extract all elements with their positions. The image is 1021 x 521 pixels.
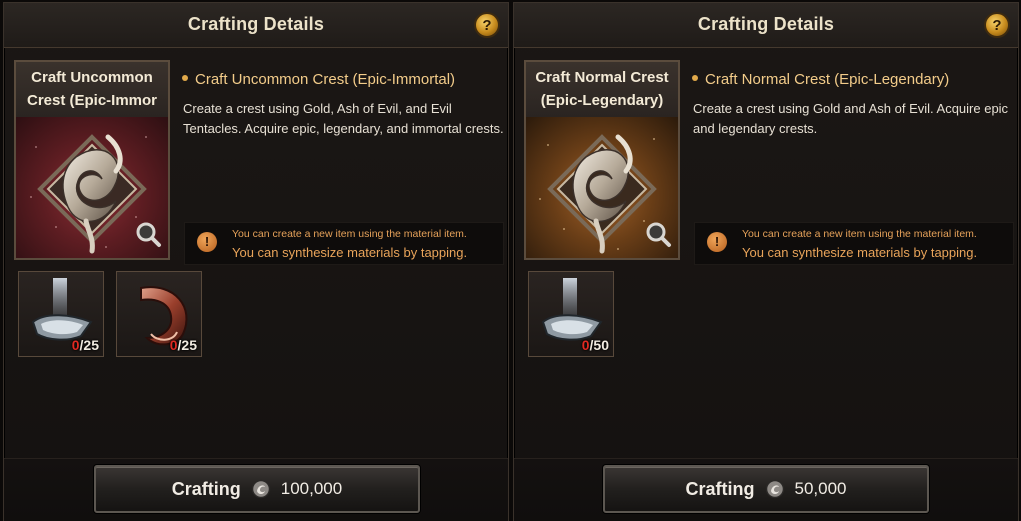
material-slot-evil-tentacle[interactable]: 0/25 (116, 271, 202, 357)
item-card-title: Craft Uncommon Crest (Epic-Immor (16, 62, 168, 117)
item-card[interactable]: Craft Uncommon Crest (Epic-Immor (14, 60, 170, 260)
item-card-title: Craft Normal Crest (Epic-Legendary) (526, 62, 678, 117)
panel-header: Crafting Details ? (4, 3, 508, 48)
notice-box: ! You can create a new item using the ma… (184, 222, 504, 265)
panel-title: Crafting Details (697, 14, 835, 34)
material-count: 0/25 (71, 337, 99, 353)
crafting-cost: 50,000 (794, 479, 847, 498)
crafting-button-label: Crafting (171, 478, 241, 499)
help-button[interactable]: ? (474, 12, 500, 38)
question-mark-icon: ? (482, 16, 492, 34)
exclamation-icon: ! (707, 232, 727, 252)
crafting-panel-uncommon: Crafting Details ? Craft Uncommon Crest … (3, 2, 509, 521)
recipe-title-text: Craft Normal Crest (Epic-Legendary) (705, 71, 950, 88)
item-card[interactable]: Craft Normal Crest (Epic-Legendary) (524, 60, 680, 260)
crest-image (526, 117, 678, 258)
recipe-description: Create a crest using Gold, Ash of Evil, … (183, 101, 504, 136)
crafting-button-label: Crafting (685, 478, 755, 499)
help-button[interactable]: ? (984, 12, 1010, 38)
magnifier-icon[interactable] (134, 220, 162, 248)
bullet-icon (692, 75, 698, 81)
material-count: 0/25 (169, 337, 197, 353)
material-slot-ash-of-evil[interactable]: 0/50 (528, 271, 614, 357)
notice-line-1: You can create a new item using the mate… (742, 228, 977, 240)
notice-line-1: You can create a new item using the mate… (232, 228, 467, 240)
material-slot-ash-of-evil[interactable]: 0/25 (18, 271, 104, 357)
recipe-description: Create a crest using Gold and Ash of Evi… (693, 101, 1009, 136)
crest-image (16, 117, 168, 258)
recipe-title-text: Craft Uncommon Crest (Epic-Immortal) (195, 71, 456, 88)
recipe-title: Craft Uncommon Crest (Epic-Immortal) (182, 71, 502, 88)
notice-line-2: You can synthesize materials by tapping. (232, 245, 468, 260)
bullet-icon (182, 75, 188, 81)
notice-line-2: You can synthesize materials by tapping. (742, 245, 978, 260)
notice-box: ! You can create a new item using the ma… (694, 222, 1014, 265)
crafting-button[interactable]: Crafting 50,000 (603, 465, 929, 513)
panel-title: Crafting Details (187, 14, 325, 34)
material-count: 0/50 (581, 337, 609, 353)
question-mark-icon: ? (992, 16, 1002, 34)
crafting-panel-normal: Crafting Details ? Craft Normal Crest (E… (513, 2, 1019, 521)
gold-coin-icon (765, 479, 784, 499)
gold-coin-icon (251, 479, 271, 499)
magnifier-icon[interactable] (644, 220, 672, 248)
exclamation-icon: ! (197, 232, 217, 252)
recipe-title: Craft Normal Crest (Epic-Legendary) (692, 71, 1012, 88)
crafting-button[interactable]: Crafting 100,000 (94, 465, 420, 513)
panel-header: Crafting Details ? (514, 3, 1018, 48)
crafting-cost: 100,000 (280, 479, 343, 498)
